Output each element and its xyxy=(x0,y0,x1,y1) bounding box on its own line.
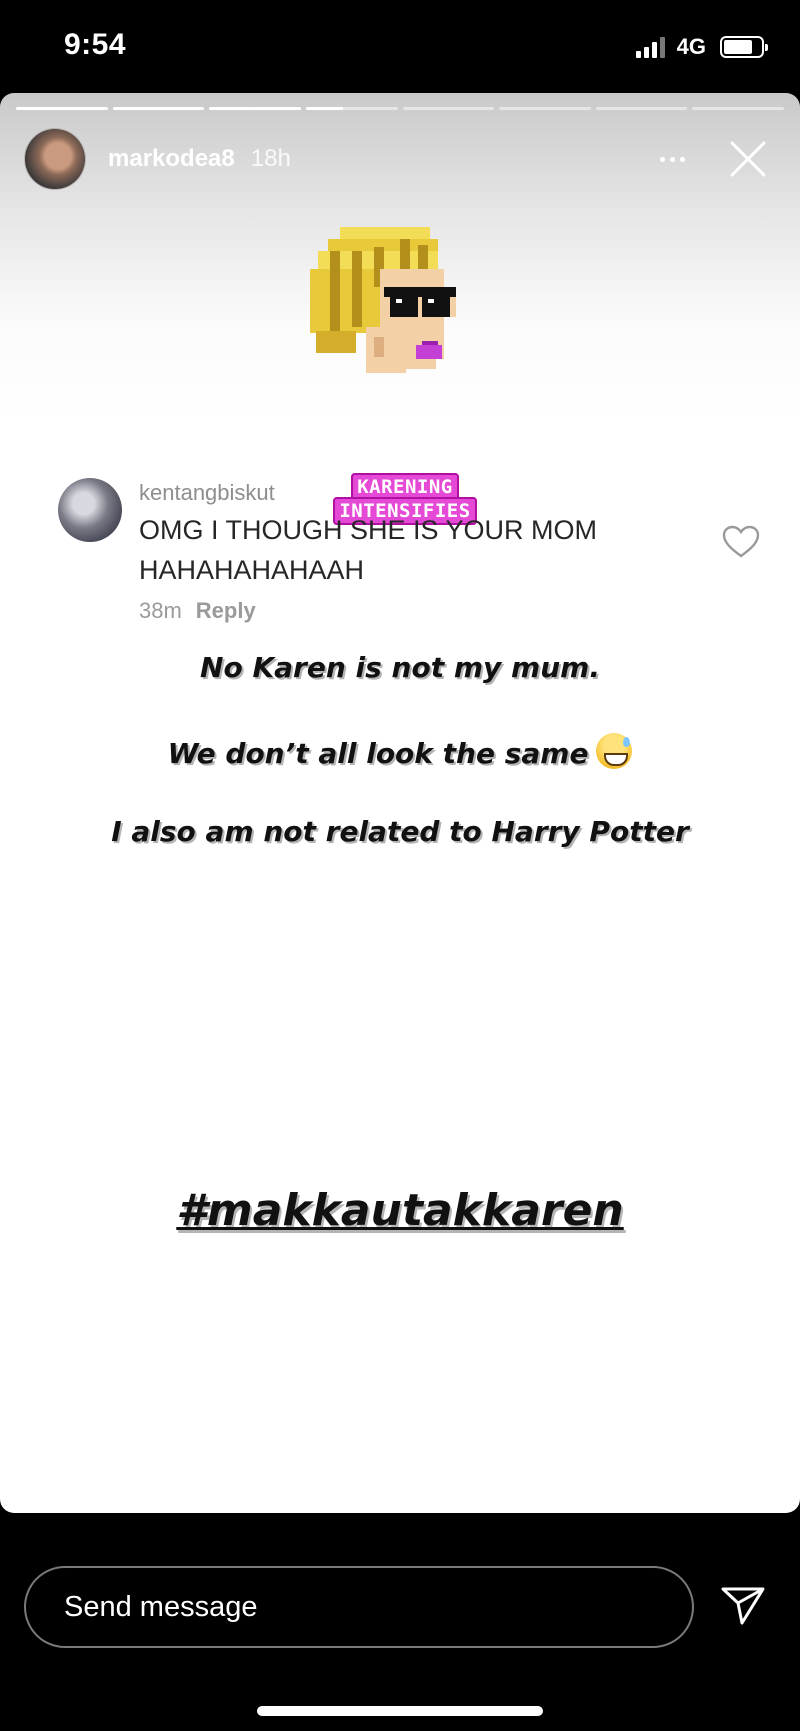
karen-pixel-sticker[interactable]: KARENING INTENSIFIES xyxy=(310,217,500,525)
send-paper-plane-icon[interactable] xyxy=(720,1585,766,1627)
more-options-button[interactable] xyxy=(650,141,694,177)
comment-reply-link: Reply xyxy=(195,598,256,623)
grinning-sweat-emoji-icon xyxy=(596,733,633,769)
heart-outline-icon xyxy=(722,525,760,558)
caption-line-3: I also am not related to Harry Potter xyxy=(111,815,689,848)
story-progress-segment xyxy=(499,107,591,110)
home-indicator xyxy=(257,1706,543,1716)
author-username[interactable]: markodea8 xyxy=(108,145,235,173)
comment-meta: 38m Reply xyxy=(139,598,256,624)
more-horizontal-icon xyxy=(659,156,665,162)
karen-pixel-art xyxy=(310,227,456,373)
story-progress-segment xyxy=(402,107,495,110)
commenter-username: kentangbiskut xyxy=(139,480,275,505)
story-time-ago: 18h xyxy=(250,145,291,172)
signal-strength-icon xyxy=(635,36,665,58)
caption-line-1: No Karen is not my mum. xyxy=(200,651,600,684)
close-icon[interactable] xyxy=(726,137,770,181)
battery-icon xyxy=(720,36,768,58)
status-icons: 4G xyxy=(635,34,768,60)
comment-text: OMG I THOUGH SHE IS YOUR MOM HAHAHAHAHAA… xyxy=(139,515,598,585)
author-avatar[interactable] xyxy=(24,128,86,190)
network-type: 4G xyxy=(676,34,706,59)
comment-time: 38m xyxy=(139,598,182,623)
story-progress-segment xyxy=(595,107,688,110)
story-progress-segment xyxy=(112,107,205,110)
status-time: 9:54 xyxy=(64,28,127,61)
send-message-input[interactable] xyxy=(64,1590,692,1624)
story-progress-segment xyxy=(209,107,301,110)
story-header: markodea8 18h xyxy=(24,127,784,191)
story-progress-segment xyxy=(16,107,108,110)
story-progress-segment xyxy=(305,107,398,110)
story-viewer[interactable]: markodea8 18h KARENING INTENSIFIES kenta… xyxy=(0,93,800,1513)
caption-line-2: We don’t all look the same xyxy=(0,733,800,770)
hashtag-sticker[interactable]: #makkautakkaren xyxy=(0,1185,800,1236)
commenter-avatar xyxy=(58,478,122,542)
story-progress-bar xyxy=(16,107,784,110)
send-message-field[interactable] xyxy=(24,1566,694,1648)
story-progress-segment xyxy=(692,107,784,110)
caption-line-2-text: We don’t all look the same xyxy=(167,737,589,770)
